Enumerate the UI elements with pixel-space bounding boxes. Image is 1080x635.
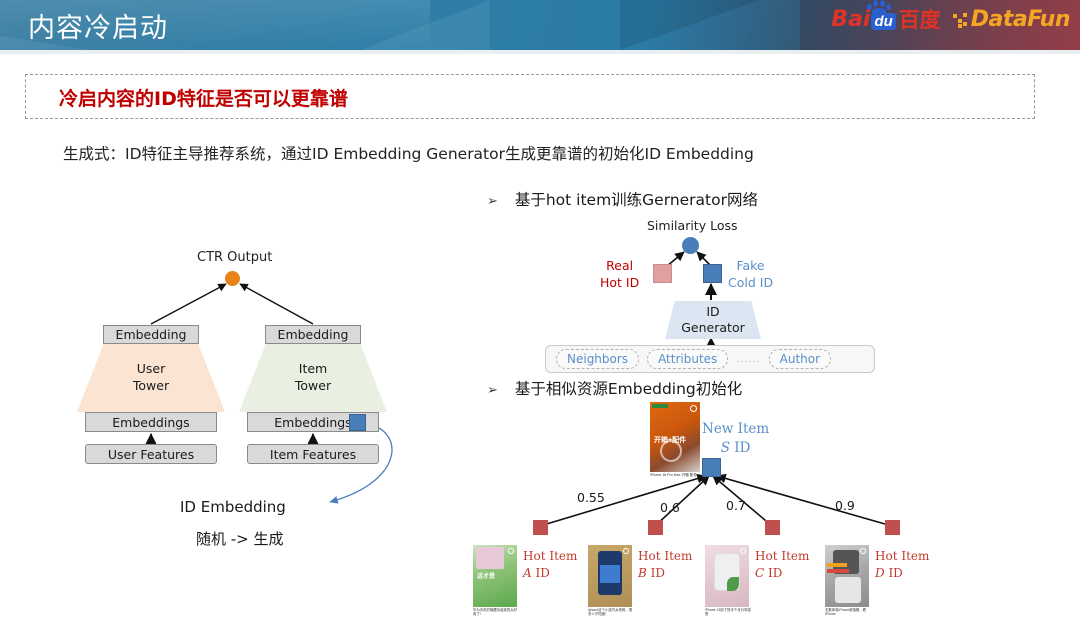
callout-box: 冷启内容的ID特征是否可以更靠谱 — [25, 74, 1035, 119]
fake-cold-id-label: Fake Cold ID — [728, 258, 773, 292]
item-embedding-box: Embedding — [265, 325, 361, 344]
score-1: 0.6 — [660, 500, 680, 515]
user-features-box: User Features — [85, 444, 217, 464]
ctr-output-node — [225, 271, 240, 286]
hot-item-thumbnail-b — [588, 545, 632, 607]
real-hot-id-label: Real Hot ID — [600, 258, 639, 292]
hot-item-square-c — [765, 520, 780, 535]
left-diagram-connectors — [145, 283, 393, 504]
hot-item-caption-c: iPhone 13用了快半个月分享感受 — [705, 608, 751, 617]
header-underline — [0, 50, 1080, 54]
user-tower: User Tower — [77, 344, 225, 412]
header-facet-3 — [620, 0, 760, 50]
user-embedding-box: Embedding — [103, 325, 199, 344]
real-hot-line2: Hot ID — [600, 274, 640, 290]
bullet-arrow-icon-2: ➢ — [487, 383, 498, 398]
hot-item-c-title: Hot Item — [755, 549, 810, 563]
hot-item-thumbnail-c — [705, 545, 749, 607]
item-features-box: Item Features — [247, 444, 379, 464]
new-item-id-rest: ID — [730, 439, 751, 456]
user-embeddings-box: Embeddings — [85, 412, 217, 432]
logo-group: Bai du 百度 DataFun — [831, 0, 1071, 32]
right-panel: ➢ 基于hot item训练Gernerator网络 Similarity Lo… — [460, 180, 1080, 635]
bullet-item-1: ➢ 基于hot item训练Gernerator网络 — [487, 188, 758, 210]
feature-pill-attributes[interactable]: Attributes — [647, 349, 729, 369]
score-0: 0.55 — [577, 490, 605, 505]
hot-item-square-d — [885, 520, 900, 535]
hot-item-label-c: Hot Item C ID — [755, 548, 809, 582]
hot-item-b-title: Hot Item — [638, 549, 693, 563]
new-item-caption: iPhone 16 Pro Max 开箱 配件 — [650, 473, 697, 477]
new-item-line1: New Item — [702, 421, 770, 437]
hot-item-square-a — [533, 520, 548, 535]
hot-item-label-d: Hot Item D ID — [875, 548, 929, 582]
baidu-logo: Bai du 百度 — [831, 0, 941, 32]
score-2: 0.7 — [726, 498, 746, 513]
slide-header: 内容冷启动 Bai du 百度 DataFun — [0, 0, 1080, 50]
fake-cold-line2: Cold ID — [728, 274, 774, 290]
user-tower-line1: User — [136, 361, 166, 377]
real-hot-line1: Real — [606, 258, 634, 273]
new-item-id-italic: S — [720, 439, 730, 456]
hot-item-a-id-italic: A — [523, 565, 532, 580]
item-id-embedding-square — [349, 414, 366, 431]
hot-item-caption-b: iphone这个小技巧太惊艳，很多人不知道！ — [588, 608, 633, 617]
id-generator-block: ID Generator — [665, 301, 761, 339]
id-generator-line2: Generator — [681, 320, 745, 335]
hot-item-b-id-italic: B — [638, 565, 647, 580]
baidu-logo-latin: Bai — [831, 6, 871, 32]
id-embedding-label: ID Embedding — [180, 498, 286, 516]
datafun-logo-text: DataFun — [970, 7, 1071, 32]
item-tower-line2: Tower — [294, 378, 332, 393]
real-hot-id-square — [653, 264, 672, 283]
feature-ellipsis: ...... — [736, 353, 761, 365]
generator-feature-bar: Neighbors Attributes ...... Author — [545, 345, 875, 373]
subtitle-text: 生成式：ID特征主导推荐系统，通过ID Embedding Generator生… — [63, 145, 754, 163]
hot-item-thumbnail-a: 这才是 — [473, 545, 517, 607]
slide-root: 内容冷启动 Bai du 百度 DataFun 冷启内容的ID特征是否可以更靠谱… — [0, 0, 1080, 635]
hot-item-d-id-rest: ID — [884, 565, 903, 580]
hot-item-label-a: Hot Item A ID — [523, 548, 577, 582]
id-generator-line1: ID — [706, 303, 720, 319]
hot-item-a-id-rest: ID — [531, 565, 550, 580]
bullet-item-2: ➢ 基于相似资源Embedding初始化 — [487, 377, 742, 399]
datafun-logo: DataFun — [952, 7, 1071, 32]
score-3: 0.9 — [835, 498, 855, 513]
hot-item-square-b — [648, 520, 663, 535]
similarity-loss-label: Similarity Loss — [647, 218, 738, 233]
item-tower: Item Tower — [239, 344, 387, 412]
hot-item-c-id-italic: C — [755, 565, 765, 580]
feature-pill-author[interactable]: Author — [768, 349, 832, 369]
page-title: 内容冷启动 — [28, 13, 168, 44]
hot-item-caption-a: 华为手机的隐藏功能真的太好用了! — [473, 608, 518, 617]
fake-cold-id-square — [703, 264, 722, 283]
hot-item-label-b: Hot Item B ID — [638, 548, 692, 582]
left-tower-diagram: CTR Output Embedding Embedding User Towe… — [0, 180, 460, 580]
id-embedding-note: 随机 -> 生成 — [196, 530, 284, 548]
new-item-thumbnail: 开箱+配件 — [650, 402, 700, 472]
feature-pill-neighbors[interactable]: Neighbors — [556, 349, 640, 369]
datafun-dots-icon — [952, 12, 969, 28]
bullet-arrow-icon-1: ➢ — [487, 194, 498, 209]
hot-item-b-id-rest: ID — [646, 565, 666, 580]
hot-item-d-id-italic: D — [875, 565, 885, 580]
hot-item-caption-d: 无数体验iPhone新旗舰，看iPhone — [825, 608, 867, 617]
item-tower-line1: Item — [298, 361, 328, 377]
hot-item-thumbnail-d — [825, 545, 869, 607]
fake-cold-line1: Fake — [736, 258, 765, 273]
ctr-output-label: CTR Output — [197, 250, 273, 265]
header-facet-2 — [360, 0, 490, 50]
baidu-paw-icon — [867, 0, 893, 16]
bullet-label-2: 基于相似资源Embedding初始化 — [514, 380, 743, 398]
user-tower-line2: Tower — [132, 378, 170, 393]
hot-item-a-title: Hot Item — [523, 549, 578, 563]
hot-item-d-title: Hot Item — [875, 549, 930, 563]
new-item-square — [702, 458, 721, 477]
bullet-label-1: 基于hot item训练Gernerator网络 — [514, 191, 758, 209]
callout-text: 冷启内容的ID特征是否可以更靠谱 — [59, 88, 348, 110]
similarity-loss-node — [682, 237, 699, 254]
hot-item-c-id-rest: ID — [764, 565, 783, 580]
new-item-label: New Item S ID — [702, 420, 769, 458]
baidu-logo-cn: 百度 — [898, 8, 941, 32]
